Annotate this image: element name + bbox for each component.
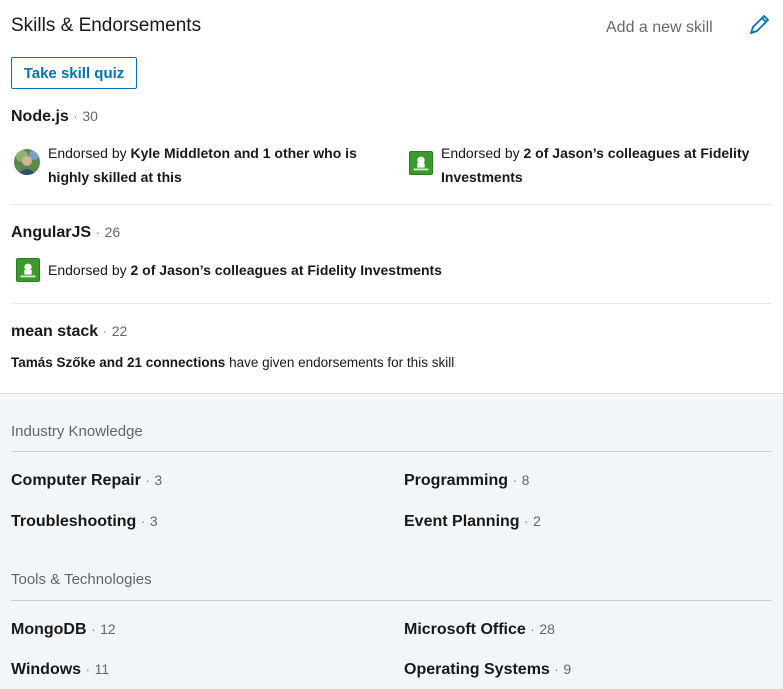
endorsement-count[interactable]: 26 bbox=[105, 224, 121, 240]
endorsement-text: Endorsed by Kyle Middleton and 1 other w… bbox=[48, 145, 357, 185]
endorsement-text: Endorsed by 2 of Jason’s colleagues at F… bbox=[48, 262, 442, 278]
endorser-link[interactable]: Tamás Szőke and 21 connections bbox=[11, 355, 225, 370]
skill-name[interactable]: Operating Systems bbox=[404, 661, 550, 678]
endorsement-text: Tamás Szőke and 21 connections have give… bbox=[11, 355, 455, 370]
category-title-industry-knowledge: Industry Knowledge bbox=[11, 423, 143, 440]
skill-item[interactable]: Microsoft Office · 28 bbox=[404, 621, 555, 639]
endorser-link[interactable]: Kyle Middleton and 1 other who is bbox=[131, 145, 357, 161]
avatar[interactable] bbox=[14, 149, 40, 175]
separator: · bbox=[102, 323, 108, 339]
skill-item[interactable]: Operating Systems · 9 bbox=[404, 661, 571, 679]
endorsement-count[interactable]: 11 bbox=[95, 661, 110, 677]
skill-item[interactable]: Windows · 11 bbox=[11, 661, 109, 679]
endorsement-count[interactable]: 8 bbox=[522, 472, 530, 488]
separator: · bbox=[145, 472, 150, 488]
separator: · bbox=[95, 224, 101, 240]
skill-name[interactable]: MongoDB bbox=[11, 621, 87, 638]
skill-item[interactable]: MongoDB · 12 bbox=[11, 621, 116, 639]
separator: · bbox=[554, 661, 559, 677]
endorsement-count[interactable]: 28 bbox=[539, 621, 555, 637]
divider bbox=[11, 303, 772, 304]
skill-title-nodejs[interactable]: Node.js · 30 bbox=[11, 108, 98, 126]
endorsement-count[interactable]: 22 bbox=[112, 323, 128, 339]
skill-title-mean-stack[interactable]: mean stack · 22 bbox=[11, 323, 127, 341]
endorsement-count[interactable]: 30 bbox=[82, 108, 98, 124]
divider bbox=[11, 204, 772, 205]
skill-name[interactable]: Troubleshooting bbox=[11, 513, 136, 530]
skill-name[interactable]: Computer Repair bbox=[11, 472, 141, 489]
add-skill-link[interactable]: Add a new skill bbox=[606, 19, 713, 37]
skill-title-angularjs[interactable]: AngularJS · 26 bbox=[11, 224, 120, 242]
edit-pencil-icon[interactable] bbox=[746, 12, 772, 38]
separator: · bbox=[512, 472, 518, 488]
category-title-tools-technologies: Tools & Technologies bbox=[11, 571, 152, 588]
skill-item[interactable]: Event Planning · 2 bbox=[404, 513, 541, 531]
section-title: Skills & Endorsements bbox=[11, 15, 202, 36]
endorsement-count[interactable]: 9 bbox=[563, 661, 571, 677]
skill-name[interactable]: mean stack bbox=[11, 323, 98, 340]
endorsement-count[interactable]: 12 bbox=[100, 621, 116, 637]
skill-name[interactable]: Programming bbox=[404, 472, 508, 489]
skill-item[interactable]: Computer Repair · 3 bbox=[11, 472, 162, 490]
skill-name[interactable]: Event Planning bbox=[404, 513, 520, 530]
skill-item[interactable]: Troubleshooting · 3 bbox=[11, 513, 158, 531]
endorser-link-continued[interactable]: highly skilled at this bbox=[48, 169, 182, 185]
endorser-link-continued[interactable]: Investments bbox=[441, 169, 523, 185]
skill-item[interactable]: Programming · 8 bbox=[404, 472, 529, 490]
skills-section-top: Skills & Endorsements Add a new skill Ta… bbox=[0, 0, 783, 393]
endorser-link[interactable]: 2 of Jason’s colleagues at Fidelity bbox=[524, 145, 750, 161]
take-skill-quiz-button[interactable]: Take skill quiz bbox=[11, 57, 137, 89]
endorsement-count[interactable]: 2 bbox=[533, 513, 541, 529]
separator: · bbox=[73, 108, 78, 124]
separator: · bbox=[524, 513, 529, 529]
separator: · bbox=[90, 621, 96, 637]
skill-name[interactable]: Microsoft Office bbox=[404, 621, 526, 638]
skill-name[interactable]: Node.js bbox=[11, 108, 69, 125]
endorsement-count[interactable]: 3 bbox=[154, 472, 162, 488]
endorsement-text: Endorsed by 2 of Jason’s colleagues at F… bbox=[441, 145, 750, 185]
category-divider bbox=[11, 451, 772, 452]
separator: · bbox=[140, 513, 146, 529]
separator: · bbox=[85, 661, 91, 677]
category-divider bbox=[11, 600, 772, 601]
fidelity-logo-icon bbox=[16, 258, 40, 282]
skill-name[interactable]: AngularJS bbox=[11, 224, 91, 241]
endorser-link[interactable]: 2 of Jason’s colleagues at Fidelity Inve… bbox=[131, 262, 442, 278]
fidelity-logo-icon bbox=[409, 151, 433, 175]
skill-name[interactable]: Windows bbox=[11, 661, 81, 678]
skills-section-more: Industry Knowledge Computer Repair · 3 P… bbox=[0, 393, 783, 689]
separator: · bbox=[530, 621, 535, 637]
endorsement-count[interactable]: 3 bbox=[150, 513, 158, 529]
